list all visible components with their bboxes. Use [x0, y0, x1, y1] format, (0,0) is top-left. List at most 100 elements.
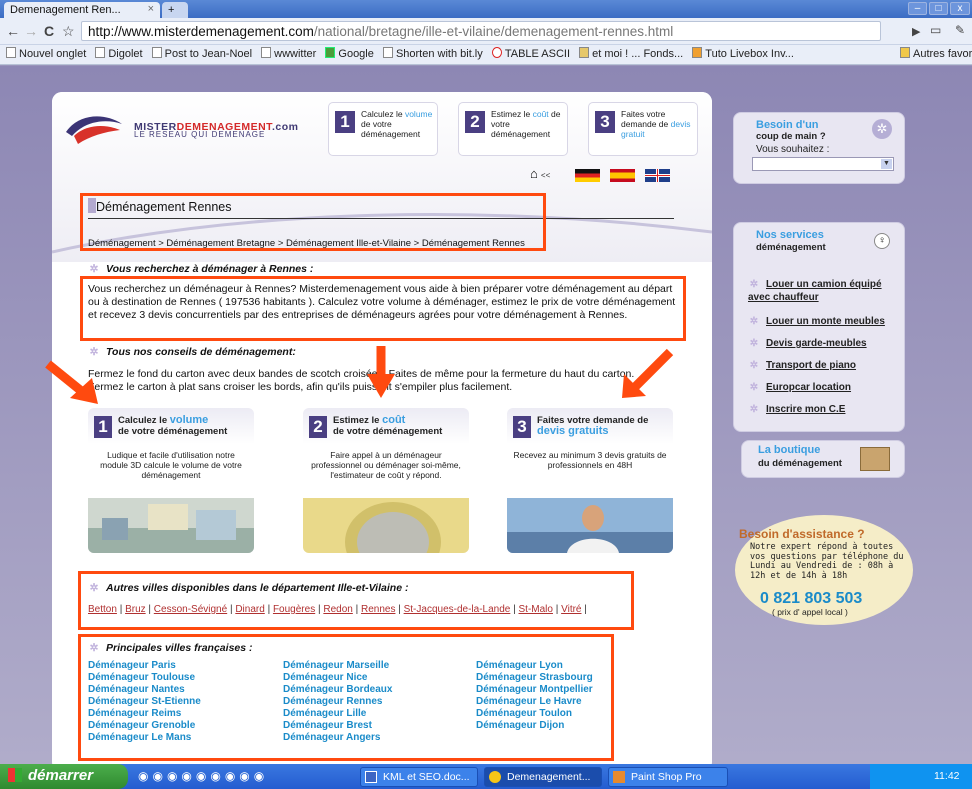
page-menu-icon[interactable]: ▭ — [930, 23, 941, 37]
tab-active[interactable]: Demenagement Ren... × — [4, 2, 160, 18]
lightbulb-icon: ♀ — [874, 233, 890, 249]
businessman-phone-image — [507, 498, 673, 553]
flower-icon: ✲ — [89, 263, 99, 275]
bookmark-nouvel-onglet[interactable]: Nouvel onglet — [6, 45, 86, 64]
home-icon[interactable]: ⌂ — [530, 166, 538, 181]
shop-subtitle: du déménagement — [758, 458, 842, 469]
annotation-box-principales — [78, 634, 614, 761]
address-bar[interactable]: http://www.misterdemenagement.com/nation… — [81, 21, 881, 41]
help-box: Besoin d'un coup de main ? ✲ Vous souhai… — [733, 112, 905, 184]
section-title-tips: ✲ Tous nos conseils de déménagement: — [89, 346, 296, 358]
page-icon — [261, 47, 272, 58]
maximize-icon[interactable]: □ — [929, 2, 948, 15]
bookmark-other[interactable]: Autres favoris — [900, 45, 972, 64]
new-tab-button[interactable]: + — [162, 2, 188, 18]
bookmark-post-to-jean-noel[interactable]: Post to Jean-Noel — [151, 45, 252, 64]
services-subtitle: déménagement — [756, 242, 826, 253]
header-step-1[interactable]: 1 Calculez le volume de votre déménageme… — [328, 102, 438, 156]
play-icon[interactable]: ▶ — [912, 25, 920, 38]
card-title: Faites votre demande de devis gratuits — [537, 415, 649, 437]
service-link-europcar[interactable]: ✲ Europcar location — [748, 381, 851, 394]
services-box: Nos services déménagement ♀ ✲ Louer un ca… — [733, 222, 905, 432]
tab-strip: Demenagement Ren... × + – □ x — [0, 0, 972, 18]
document-icon — [365, 771, 377, 783]
card-devis[interactable]: 3 Faites votre demande de devis gratuits … — [507, 408, 673, 553]
german-flag-icon[interactable] — [575, 168, 601, 182]
page-icon — [6, 47, 16, 58]
page-icon — [151, 47, 162, 58]
glass-icon — [579, 47, 590, 58]
clock[interactable]: 11:42 — [934, 770, 960, 782]
help-select[interactable]: ▼ — [752, 157, 894, 171]
taskbar-item-chrome[interactable]: Demenagement... — [484, 767, 602, 787]
back-link[interactable]: << — [541, 171, 550, 180]
shop-box[interactable]: La boutique du déménagement — [741, 440, 905, 478]
chrome-icon — [489, 771, 501, 783]
bookmark-tuto-livebox[interactable]: Tuto Livebox Inv... — [692, 45, 794, 64]
start-button[interactable]: démarrer — [0, 764, 128, 789]
service-link-camion[interactable]: ✲ Louer un camion équipé avec chauffeur — [748, 278, 898, 304]
quick-launch-icons[interactable]: ◉◉◉◉◉◉◉◉◉ — [138, 769, 268, 783]
annotation-box-title — [80, 193, 546, 251]
assist-title: Besoin d'assistance ? — [739, 527, 865, 541]
assist-phone: 0 821 803 503 — [760, 590, 863, 607]
url-path: /national/bretagne/ille-et-vilaine/demen… — [313, 24, 674, 39]
header-step-2[interactable]: 2 Estimez le coût de votre déménagement — [458, 102, 568, 156]
tab-title: Demenagement Ren... — [10, 4, 121, 16]
bookmark-google[interactable]: Google — [325, 45, 374, 64]
logo-icon[interactable] — [64, 110, 124, 150]
back-icon[interactable]: ← — [6, 23, 20, 39]
service-link-ce[interactable]: ✲ Inscrire mon C.E — [748, 403, 846, 416]
uk-flag-icon[interactable] — [645, 168, 671, 182]
service-link-piano[interactable]: ✲ Transport de piano — [748, 359, 856, 372]
gear-icon: ✲ — [872, 119, 892, 139]
help-subtitle: coup de main ? — [756, 131, 826, 142]
star-icon[interactable]: ☆ — [62, 23, 75, 40]
spanish-flag-icon[interactable] — [610, 168, 636, 182]
euro-coin-image — [303, 498, 469, 553]
bookmark-et-moi[interactable]: et moi ! ... Fonds... — [579, 45, 683, 64]
help-title: Besoin d'un — [756, 119, 819, 131]
livebox-icon — [692, 47, 703, 58]
arrow-annotation-2 — [367, 346, 395, 398]
bookmark-bitly[interactable]: Shorten with bit.ly — [382, 45, 483, 64]
box-icon — [860, 447, 890, 471]
logo-subtitle: LE RESEAU QUI DEMENAGE — [134, 130, 266, 139]
tab-close-icon[interactable]: × — [148, 3, 154, 15]
annotation-box-autres — [78, 571, 634, 630]
help-label: Vous souhaitez : — [756, 144, 830, 155]
taskbar: démarrer ◉◉◉◉◉◉◉◉◉ KML et SEO.doc... Dem… — [0, 764, 972, 789]
taskbar-item-paintshop[interactable]: Paint Shop Pro — [608, 767, 728, 787]
card-volume[interactable]: 1 Calculez le volume de votre déménagemen… — [88, 408, 254, 553]
service-link-garde-meubles[interactable]: ✲ Devis garde-meubles — [748, 337, 867, 350]
shop-title: La boutique — [758, 444, 821, 456]
folder-icon — [900, 47, 910, 58]
assist-note: ( prix d' appel local ) — [772, 607, 848, 617]
copyright-icon — [491, 47, 502, 58]
header-step-3[interactable]: 3 Faites votre demande de devis gratuit — [588, 102, 698, 156]
bookmark-wwwitter[interactable]: wwwitter — [261, 45, 316, 64]
navigation-bar: ← → C ☆ http://www.misterdemenagement.co… — [0, 18, 972, 45]
close-window-icon[interactable]: x — [950, 2, 970, 15]
card-cout[interactable]: 2 Estimez le coût de votre déménagement F… — [303, 408, 469, 553]
card-body: Ludique et facile d'utilisation notre mo… — [100, 450, 242, 480]
wrench-icon[interactable]: ✎ — [955, 23, 965, 37]
url-host: http://www.misterdemenagement.com — [88, 24, 314, 39]
card-title: Estimez le coût de votre déménagement — [333, 414, 443, 438]
reload-icon[interactable]: C — [44, 23, 54, 39]
taskbar-item-word[interactable]: KML et SEO.doc... — [360, 767, 478, 787]
bookmark-table-ascii[interactable]: TABLE ASCII — [491, 45, 570, 64]
bookmark-digolet[interactable]: Digolet — [95, 45, 143, 64]
system-tray: 11:42 — [870, 764, 972, 789]
service-link-monte-meubles[interactable]: ✲ Louer un monte meubles — [748, 315, 885, 328]
chevron-down-icon: ▼ — [881, 159, 892, 169]
header-icons: ⌂ << — [530, 166, 671, 182]
card-title: Calculez le volume de votre déménagement — [118, 414, 228, 438]
bookmarks-bar: Nouvel onglet Digolet Post to Jean-Noel … — [0, 45, 972, 65]
paint-icon — [613, 771, 625, 783]
forward-icon[interactable]: → — [24, 23, 38, 39]
minimize-icon[interactable]: – — [908, 2, 927, 15]
card-body: Recevez au minimum 3 devis gratuits de p… — [513, 450, 667, 470]
google-icon — [325, 47, 336, 58]
page-icon — [382, 47, 393, 58]
